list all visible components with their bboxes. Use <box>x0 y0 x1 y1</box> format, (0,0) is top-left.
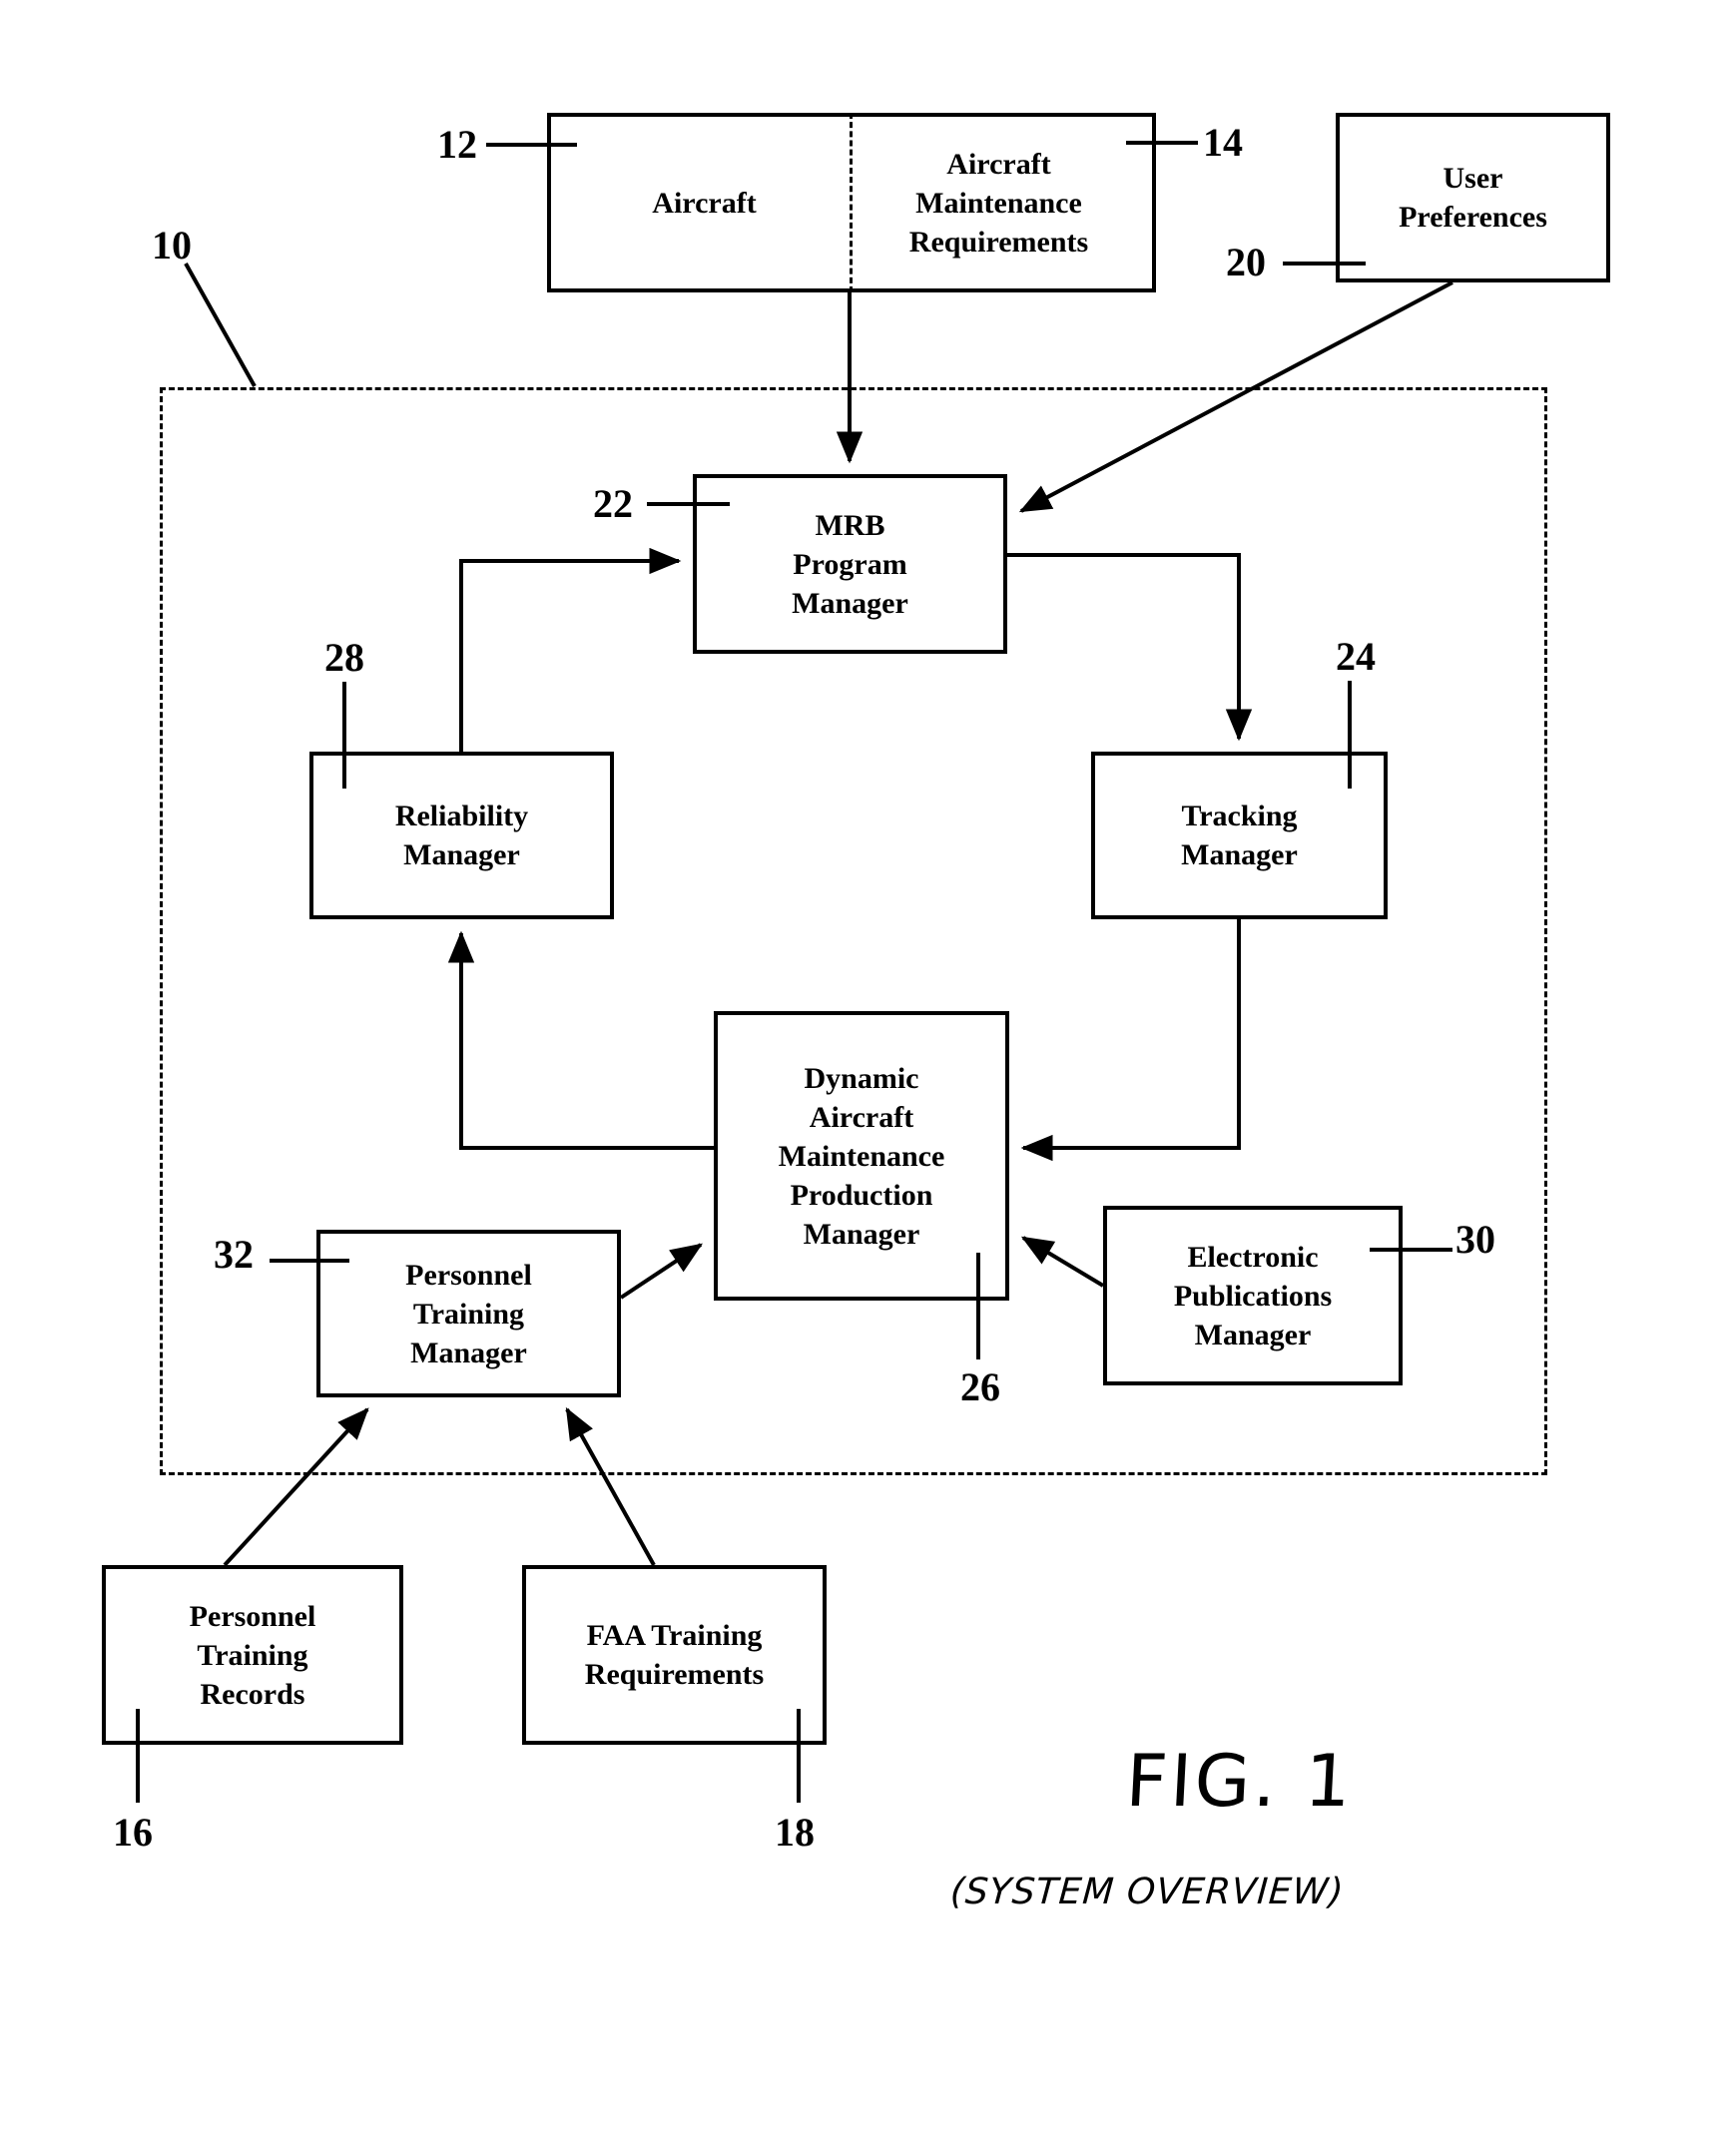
ref-numeral-12: 12 <box>437 122 477 167</box>
user-preferences-box: User Preferences <box>1336 113 1610 282</box>
patent-figure-page: Aircraft Aircraft Maintenance Requirements… <box>0 0 1736 2152</box>
ref-numeral-28: 28 <box>324 635 364 680</box>
aircraft-label: Aircraft <box>652 186 757 220</box>
faa-training-requirements-label: FAA Training Requirements <box>584 1619 765 1691</box>
ref-numeral-14: 14 <box>1203 120 1243 165</box>
ref-numeral-16: 16 <box>113 1810 153 1855</box>
figure-number-label: FIG. 1 <box>1123 1739 1357 1823</box>
ref-numeral-20: 20 <box>1226 240 1266 284</box>
ref-numeral-24: 24 <box>1336 634 1376 679</box>
dynamic-aircraft-maintenance-production-manager-label: Dynamic Aircraft Maintenance Production Mana… <box>778 1061 945 1251</box>
user-preferences-label: User Preferences <box>1399 162 1547 234</box>
aircraft-maintenance-requirements-label: Aircraft Maintenance Requirements <box>908 147 1089 259</box>
dynamic-aircraft-maintenance-production-manager-box: Dynamic Aircraft Maintenance Production Mana… <box>714 1011 1009 1301</box>
mrb-program-manager-label: MRB Program Manager <box>792 508 908 620</box>
personnel-training-records-label: Personnel Training Records <box>189 1599 316 1711</box>
faa-training-requirements-box: FAA Training Requirements <box>522 1565 827 1745</box>
electronic-publications-manager-box: Electronic Publications Manager <box>1103 1206 1403 1385</box>
personnel-training-manager-box: Personnel Training Manager <box>316 1230 621 1397</box>
leader-10 <box>184 263 257 387</box>
ref-numeral-32: 32 <box>214 1232 254 1277</box>
figure-subtitle-label: (SYSTEM OVERVIEW) <box>948 1872 1346 1912</box>
ref-numeral-10: 10 <box>152 223 192 268</box>
tracking-manager-box: Tracking Manager <box>1091 752 1388 919</box>
ref-numeral-18: 18 <box>775 1810 815 1855</box>
aircraft-box-divider <box>850 113 853 292</box>
ref-numeral-30: 30 <box>1455 1217 1495 1262</box>
reliability-manager-label: Reliability Manager <box>394 800 529 871</box>
personnel-training-records-box: Personnel Training Records <box>102 1565 403 1745</box>
personnel-training-manager-label: Personnel Training Manager <box>405 1258 532 1369</box>
ref-numeral-22: 22 <box>593 481 633 526</box>
tracking-manager-label: Tracking Manager <box>1181 800 1298 871</box>
ref-numeral-26: 26 <box>960 1364 1000 1409</box>
mrb-program-manager-box: MRB Program Manager <box>693 474 1007 654</box>
electronic-publications-manager-label: Electronic Publications Manager <box>1173 1240 1333 1351</box>
reliability-manager-box: Reliability Manager <box>309 752 614 919</box>
